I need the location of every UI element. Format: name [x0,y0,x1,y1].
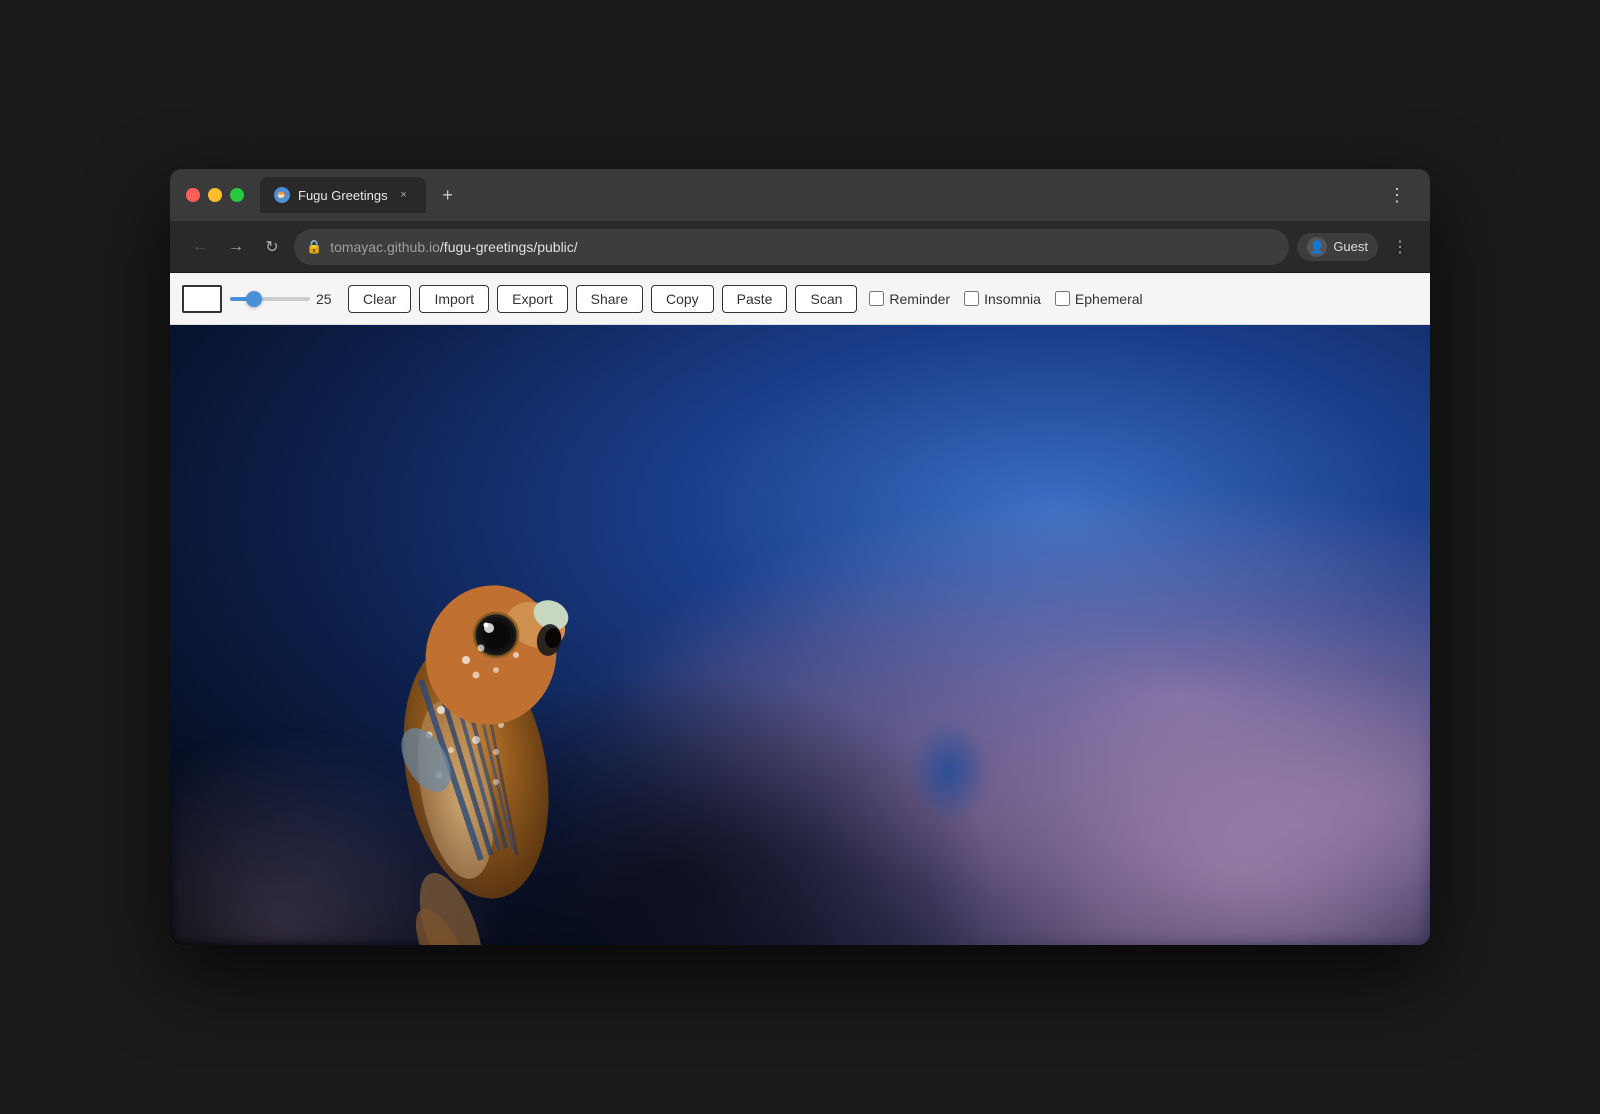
close-window-button[interactable] [186,188,200,202]
address-input[interactable]: 🔒 tomayac.github.io/fugu-greetings/publi… [294,229,1289,265]
browser-menu-button[interactable]: ⋮ [1380,181,1414,210]
lock-icon: 🔒 [306,239,322,255]
scene-background [170,325,1430,945]
scan-button[interactable]: Scan [795,285,857,313]
reminder-label: Reminder [889,291,950,307]
size-slider[interactable] [230,297,310,301]
back-icon: ← [192,238,208,256]
back-button[interactable]: ← [186,233,214,261]
url-display: tomayac.github.io/fugu-greetings/public/ [330,239,1277,255]
url-base: tomayac.github.io [330,239,440,255]
coral-foreground [800,573,1430,945]
ephemeral-checkbox[interactable] [1055,291,1070,306]
insomnia-checkbox-label[interactable]: Insomnia [964,291,1041,307]
browser-options-button[interactable]: ⋮ [1386,233,1414,261]
export-button[interactable]: Export [497,285,567,313]
ephemeral-checkbox-label[interactable]: Ephemeral [1055,291,1143,307]
insomnia-checkbox[interactable] [964,291,979,306]
coral-left [170,697,548,945]
reminder-checkbox-label[interactable]: Reminder [869,291,950,307]
forward-button[interactable]: → [222,233,250,261]
page-content: 25 Clear Import Export Share Copy Paste … [170,273,1430,945]
more-icon: ⋮ [1388,185,1406,205]
tab-title: Fugu Greetings [298,188,388,203]
reminder-checkbox[interactable] [869,291,884,306]
clear-button[interactable]: Clear [348,285,411,313]
ephemeral-label: Ephemeral [1075,291,1143,307]
tab-favicon-icon: 🐡 [274,187,290,203]
address-bar: ← → ↻ 🔒 tomayac.github.io/fugu-greetings… [170,221,1430,273]
import-button[interactable]: Import [419,285,489,313]
app-toolbar: 25 Clear Import Export Share Copy Paste … [170,273,1430,325]
traffic-lights [186,188,244,202]
size-slider-wrap: 25 [230,291,340,307]
share-button[interactable]: Share [576,285,643,313]
title-bar: 🐡 Fugu Greetings × + ⋮ [170,169,1430,221]
refresh-button[interactable]: ↻ [258,233,286,261]
blue-highlight [909,721,989,821]
options-icon: ⋮ [1392,237,1408,257]
tab-close-button[interactable]: × [396,187,412,203]
checkbox-group: Reminder Insomnia Ephemeral [869,291,1142,307]
user-avatar-icon: 👤 [1307,237,1327,257]
new-tab-button[interactable]: + [434,181,462,209]
color-picker[interactable] [182,285,222,313]
minimize-window-button[interactable] [208,188,222,202]
user-label: Guest [1333,239,1368,254]
url-path: /fugu-greetings/public/ [440,239,578,255]
user-account-button[interactable]: 👤 Guest [1297,233,1378,261]
copy-button[interactable]: Copy [651,285,714,313]
drawing-canvas[interactable] [170,325,1430,945]
new-tab-icon: + [442,185,453,206]
refresh-icon: ↻ [265,237,278,257]
active-tab[interactable]: 🐡 Fugu Greetings × [260,177,426,213]
paste-button[interactable]: Paste [722,285,788,313]
tab-area: 🐡 Fugu Greetings × + [260,177,1372,213]
forward-icon: → [228,238,244,256]
maximize-window-button[interactable] [230,188,244,202]
close-icon: × [400,189,406,201]
slider-value: 25 [316,291,340,307]
browser-window: 🐡 Fugu Greetings × + ⋮ ← → ↻ 🔒 [170,169,1430,945]
insomnia-label: Insomnia [984,291,1041,307]
